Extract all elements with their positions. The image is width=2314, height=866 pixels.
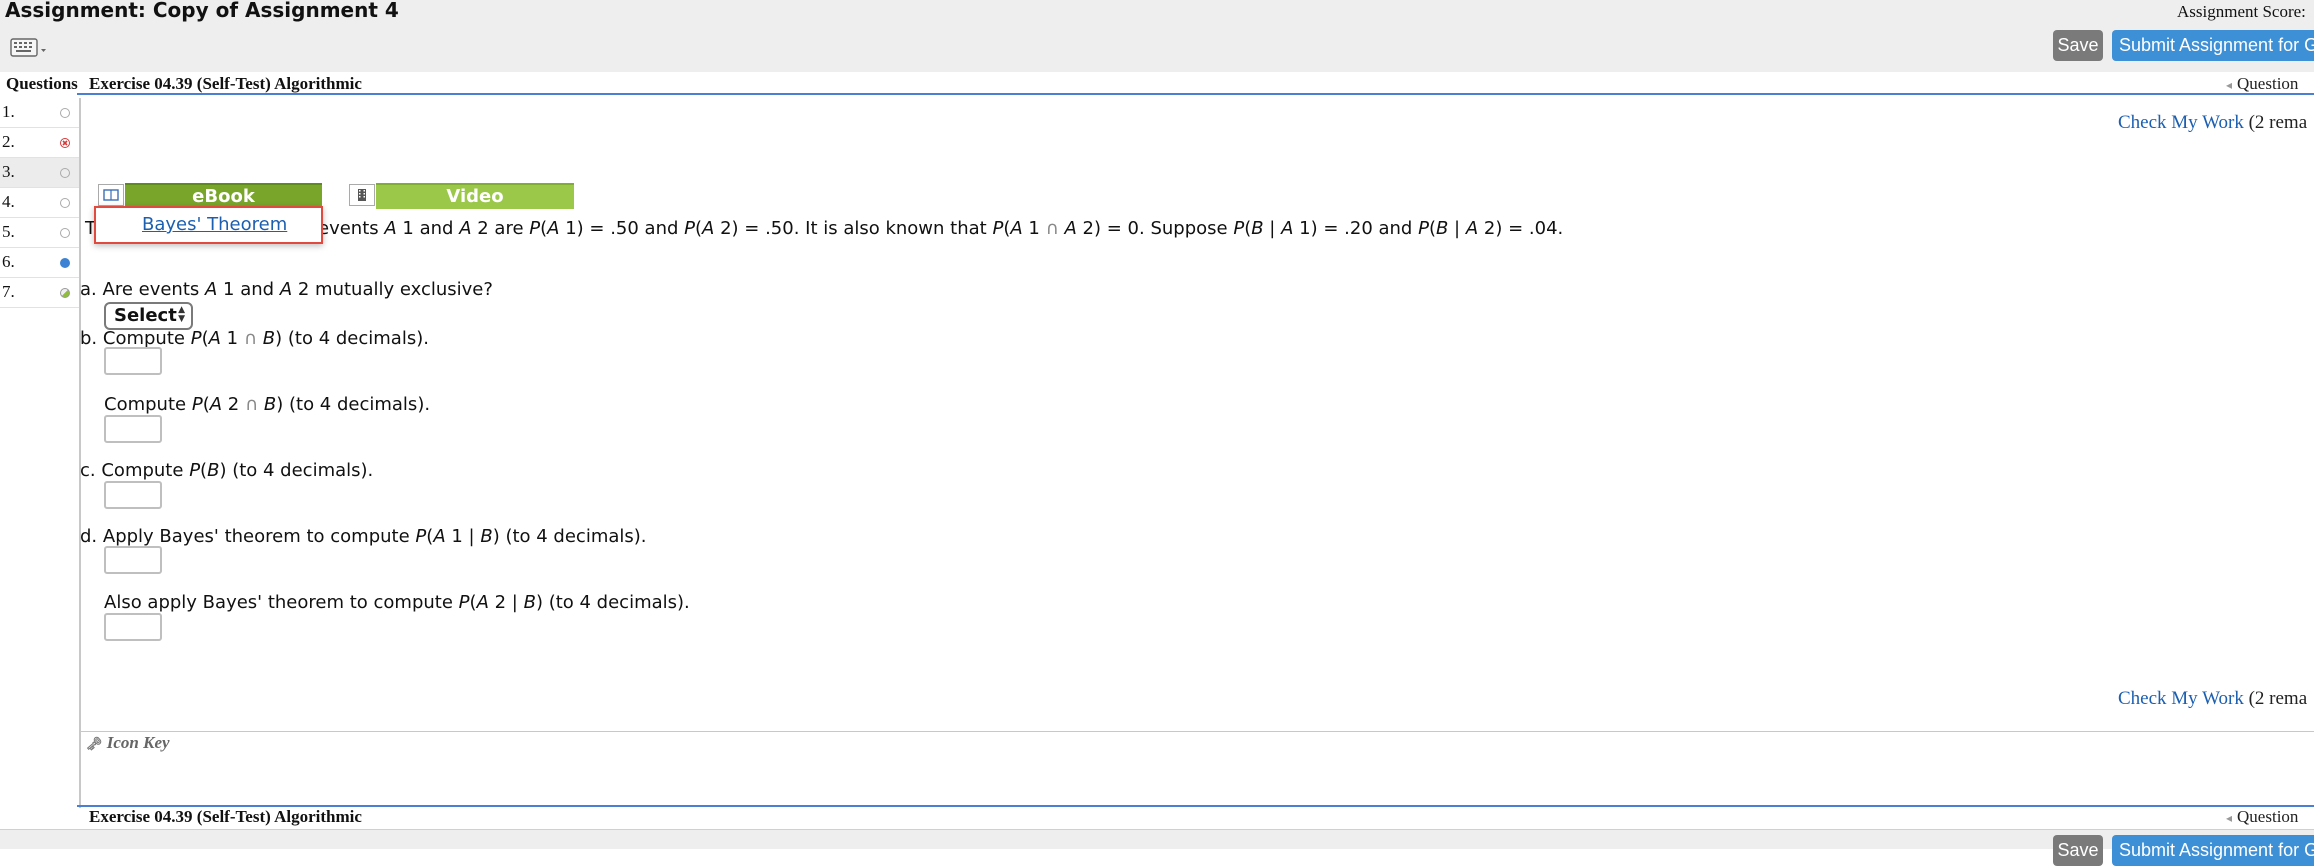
part-b1-pre: Compute [102, 328, 185, 349]
footer-divider [77, 805, 2314, 807]
question-number: 1. [2, 102, 15, 121]
part-d-question-1: d. Apply Bayes' theorem to compute P(A 1… [80, 526, 647, 547]
save-button[interactable]: Save [2053, 30, 2103, 61]
ebook-icon[interactable] [98, 184, 124, 206]
part-a-question: a. Are events A 1 and A 2 mutually exclu… [80, 279, 493, 300]
part-c-post: (to 4 decimals). [232, 460, 374, 481]
question-item-7[interactable]: 7. [0, 278, 79, 308]
keyboard-icon[interactable] [10, 36, 48, 60]
part-a-text: Are events [102, 279, 200, 300]
question-number: 3. [2, 162, 15, 181]
footer-bar [0, 829, 2314, 849]
status-unanswered-icon [60, 168, 70, 178]
question-number: 5. [2, 222, 15, 241]
part-d-label: d. [80, 526, 98, 547]
select-arrows-icon: ▲ ▼ [178, 305, 185, 324]
part-d2-post: (to 4 decimals). [548, 592, 690, 613]
chevron-left-icon: ◂ [2226, 78, 2233, 92]
part-c-label: c. [80, 460, 96, 481]
question-item-6[interactable]: 6. [0, 248, 79, 278]
video-tab[interactable]: Video [376, 183, 574, 209]
answer-input-b2[interactable] [104, 415, 162, 443]
question-list-sidebar: 1. 2. 3. 4. 5. 6. 7. [0, 98, 81, 808]
key-icon: 🗝 [86, 736, 103, 751]
status-unanswered-icon [60, 108, 70, 118]
answer-input-b1[interactable] [104, 347, 162, 375]
assignment-title: Assignment: Copy of Assignment 4 [5, 0, 399, 22]
part-d1-post: (to 4 decimals). [505, 526, 647, 547]
save-button-bottom[interactable]: Save [2053, 835, 2103, 866]
part-b1-post: (to 4 decimals). [287, 328, 429, 349]
bayes-theorem-link[interactable]: Bayes' Theorem [142, 214, 287, 235]
question-item-1[interactable]: 1. [0, 98, 79, 128]
part-a-label: a. [80, 279, 97, 300]
part-b-question-1: b. Compute P(A 1 ∩ B) (to 4 decimals). [80, 328, 429, 349]
part-c-pre: Compute [101, 460, 184, 481]
question-nav-bottom[interactable]: ◂ Question [2226, 807, 2298, 827]
status-unanswered-icon [60, 198, 70, 208]
submit-assignment-button[interactable]: Submit Assignment for G [2112, 30, 2314, 61]
check-my-work-link[interactable]: Check My Work [2118, 688, 2244, 709]
question-nav-label: Question [2237, 74, 2299, 93]
status-unanswered-icon [60, 228, 70, 238]
check-remaining: (2 rema [2248, 112, 2308, 133]
part-a-mid-text: mutually exclusive? [315, 279, 493, 300]
part-b-label: b. [80, 328, 98, 349]
status-incorrect-icon [60, 138, 70, 148]
question-item-3[interactable]: 3. [0, 158, 79, 188]
check-my-work-top[interactable]: Check My Work (2 rema [2118, 112, 2307, 134]
mutually-exclusive-select[interactable]: Select ▲ ▼ [104, 302, 193, 330]
questions-label: Questions [6, 74, 78, 93]
chevron-left-icon: ◂ [2226, 811, 2233, 825]
check-my-work-link[interactable]: Check My Work [2118, 112, 2244, 133]
problem-statement: events A 1 and A 2 are P(A 1) = .50 and … [318, 218, 1564, 239]
status-partial-icon [60, 288, 70, 298]
question-item-2[interactable]: 2. [0, 128, 79, 158]
check-remaining: (2 rema [2248, 688, 2308, 709]
part-d-question-2: Also apply Bayes' theorem to compute P(A… [104, 592, 690, 613]
select-value: Select [114, 305, 177, 326]
part-b-question-2: Compute P(A 2 ∩ B) (to 4 decimals). [104, 394, 431, 415]
question-number: 4. [2, 192, 15, 211]
icon-key-label: Icon Key [106, 733, 170, 752]
check-my-work-bottom[interactable]: Check My Work (2 rema [2118, 688, 2307, 710]
submit-assignment-button-bottom[interactable]: Submit Assignment for G [2112, 835, 2314, 866]
answer-input-d1[interactable] [104, 546, 162, 574]
question-number: 7. [2, 282, 15, 301]
exercise-title: Exercise 04.39 (Self-Test) Algorithmic [89, 74, 362, 93]
icon-key-divider [79, 731, 2314, 732]
answer-input-c[interactable] [104, 481, 162, 509]
part-b2-post: (to 4 decimals). [288, 394, 431, 415]
question-number: 2. [2, 132, 15, 151]
part-d1-pre: Apply Bayes' theorem to compute [102, 526, 410, 547]
question-nav[interactable]: ◂ Question [2226, 74, 2298, 94]
ebook-popup: Bayes' Theorem [94, 206, 323, 244]
part-c-question: c. Compute P(B) (to 4 decimals). [80, 460, 374, 481]
question-item-4[interactable]: 4. [0, 188, 79, 218]
exercise-title-bottom: Exercise 04.39 (Self-Test) Algorithmic [89, 807, 362, 826]
assignment-score-label: Assignment Score: [2177, 2, 2306, 21]
question-number: 6. [2, 252, 15, 271]
icon-key[interactable]: 🗝 Icon Key [86, 733, 170, 753]
status-current-icon [60, 258, 70, 268]
question-nav-label: Question [2237, 807, 2299, 826]
header-divider [77, 93, 2314, 95]
question-item-5[interactable]: 5. [0, 218, 79, 248]
answer-input-d2[interactable] [104, 613, 162, 641]
part-b2-pre: Compute [104, 394, 187, 415]
part-d2-pre: Also apply Bayes' theorem to compute [104, 592, 453, 613]
video-icon[interactable] [349, 184, 375, 206]
